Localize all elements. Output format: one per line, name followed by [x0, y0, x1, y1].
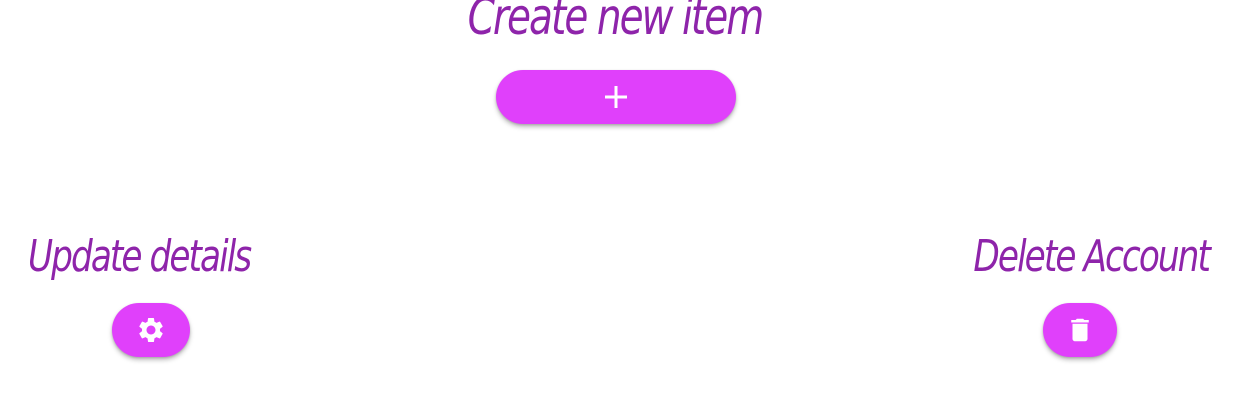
- gear-icon: [136, 315, 166, 345]
- update-details-button[interactable]: [112, 303, 190, 357]
- delete-account-heading: Delete Account: [973, 231, 1210, 282]
- create-item-heading: Create new item: [467, 0, 765, 46]
- trash-icon: [1065, 314, 1095, 346]
- update-details-heading: Update details: [28, 231, 252, 282]
- create-item-button[interactable]: [496, 70, 736, 124]
- plus-icon: [603, 84, 629, 110]
- delete-account-button[interactable]: [1043, 303, 1117, 357]
